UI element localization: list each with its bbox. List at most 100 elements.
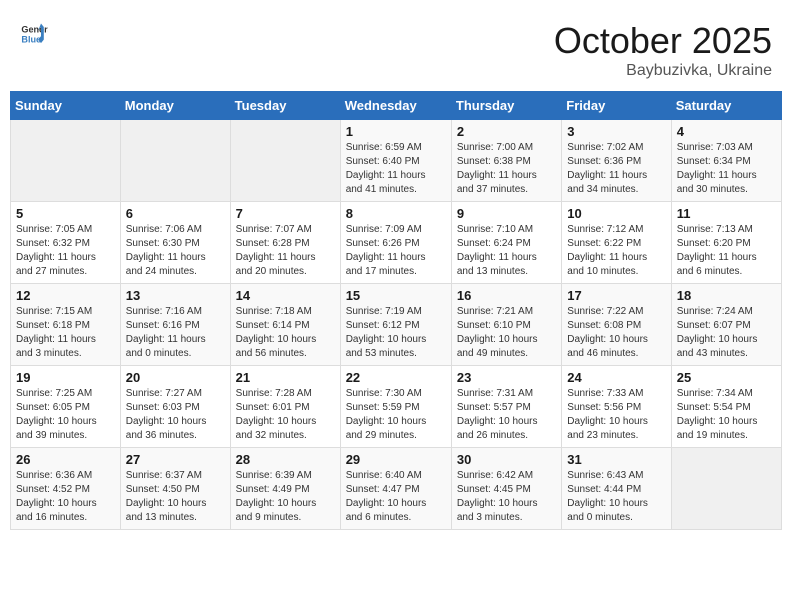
- week-row-3: 12Sunrise: 7:15 AM Sunset: 6:18 PM Dayli…: [11, 284, 782, 366]
- day-cell: 14 Sunrise: 7:18 AM Sunset: 6:14 PM Dayli…: [230, 284, 340, 366]
- day-number: 11: [677, 206, 776, 221]
- day-number: 15: [346, 288, 446, 303]
- day-cell: 29Sunrise: 6:40 AM Sunset: 4:47 PM Dayli…: [340, 448, 451, 530]
- weekday-header-saturday: Saturday: [671, 92, 781, 120]
- day-cell: 18Sunrise: 7:24 AM Sunset: 6:07 PM Dayli…: [671, 284, 781, 366]
- month-title: October 2025: [554, 20, 772, 62]
- day-cell: 9 Sunrise: 7:10 AM Sunset: 6:24 PM Daylig…: [451, 202, 561, 284]
- day-cell: 1Sunrise: 6:59 AM Sunset: 6:40 PM Daylig…: [340, 120, 451, 202]
- day-info: Sunrise: 7:07 AM Sunset: 6:28 PM Dayligh…: [236, 223, 335, 279]
- week-row-1: 1Sunrise: 6:59 AM Sunset: 6:40 PM Daylig…: [11, 120, 782, 202]
- day-number: 8: [346, 206, 446, 221]
- day-number: 7: [236, 206, 335, 221]
- day-cell: [11, 120, 121, 202]
- day-number: 22: [346, 370, 446, 385]
- title-block: October 2025 Baybuzivka, Ukraine: [554, 20, 772, 80]
- day-cell: 20 Sunrise: 7:27 AM Sunset: 6:03 PM Dayli…: [120, 366, 230, 448]
- day-number: 17: [567, 288, 665, 303]
- day-info: Sunrise: 7:30 AM Sunset: 5:59 PM Dayligh…: [346, 387, 446, 443]
- day-cell: 5 Sunrise: 7:05 AM Sunset: 6:32 PM Daylig…: [11, 202, 121, 284]
- day-cell: 19 Sunrise: 7:25 AM Sunset: 6:05 PM Dayli…: [11, 366, 121, 448]
- day-cell: 21 Sunrise: 7:28 AM Sunset: 6:01 PM Dayli…: [230, 366, 340, 448]
- day-info: Sunrise: 7:15 AM Sunset: 6:18 PM Dayligh…: [16, 305, 115, 361]
- day-info: Sunrise: 7:13 AM Sunset: 6:20 PM Dayligh…: [677, 223, 776, 279]
- day-info: Sunrise: 7:25 AM Sunset: 6:05 PM Dayligh…: [16, 387, 115, 443]
- weekday-header-wednesday: Wednesday: [340, 92, 451, 120]
- day-info: Sunrise: 7:27 AM Sunset: 6:03 PM Dayligh…: [126, 387, 225, 443]
- day-number: 3: [567, 124, 665, 139]
- week-row-4: 19 Sunrise: 7:25 AM Sunset: 6:05 PM Dayli…: [11, 366, 782, 448]
- day-number: 26: [16, 452, 115, 467]
- day-cell: 3 Sunrise: 7:02 AM Sunset: 6:36 PM Daylig…: [562, 120, 671, 202]
- calendar-table: SundayMondayTuesdayWednesdayThursdayFrid…: [10, 91, 782, 530]
- day-number: 31: [567, 452, 665, 467]
- day-cell: 28 Sunrise: 6:39 AM Sunset: 4:49 PM Dayli…: [230, 448, 340, 530]
- day-info: Sunrise: 7:09 AM Sunset: 6:26 PM Dayligh…: [346, 223, 446, 279]
- day-cell: 17 Sunrise: 7:22 AM Sunset: 6:08 PM Dayli…: [562, 284, 671, 366]
- day-cell: 12Sunrise: 7:15 AM Sunset: 6:18 PM Dayli…: [11, 284, 121, 366]
- day-cell: 7 Sunrise: 7:07 AM Sunset: 6:28 PM Daylig…: [230, 202, 340, 284]
- day-number: 27: [126, 452, 225, 467]
- day-cell: [230, 120, 340, 202]
- day-number: 9: [457, 206, 556, 221]
- day-cell: 15 Sunrise: 7:19 AM Sunset: 6:12 PM Dayli…: [340, 284, 451, 366]
- day-number: 30: [457, 452, 556, 467]
- day-number: 1: [346, 124, 446, 139]
- day-info: Sunrise: 7:02 AM Sunset: 6:36 PM Dayligh…: [567, 141, 665, 197]
- day-number: 13: [126, 288, 225, 303]
- day-number: 20: [126, 370, 225, 385]
- day-number: 6: [126, 206, 225, 221]
- weekday-header-sunday: Sunday: [11, 92, 121, 120]
- day-cell: 16Sunrise: 7:21 AM Sunset: 6:10 PM Dayli…: [451, 284, 561, 366]
- day-cell: 24 Sunrise: 7:33 AM Sunset: 5:56 PM Dayli…: [562, 366, 671, 448]
- day-number: 4: [677, 124, 776, 139]
- day-info: Sunrise: 7:10 AM Sunset: 6:24 PM Dayligh…: [457, 223, 556, 279]
- day-number: 18: [677, 288, 776, 303]
- day-info: Sunrise: 6:39 AM Sunset: 4:49 PM Dayligh…: [236, 469, 335, 525]
- day-number: 16: [457, 288, 556, 303]
- day-info: Sunrise: 7:22 AM Sunset: 6:08 PM Dayligh…: [567, 305, 665, 361]
- day-info: Sunrise: 7:19 AM Sunset: 6:12 PM Dayligh…: [346, 305, 446, 361]
- day-number: 28: [236, 452, 335, 467]
- day-cell: 8 Sunrise: 7:09 AM Sunset: 6:26 PM Daylig…: [340, 202, 451, 284]
- page-header: General Blue October 2025 Baybuzivka, Uk…: [10, 10, 782, 85]
- svg-text:General: General: [21, 25, 48, 35]
- day-cell: 11 Sunrise: 7:13 AM Sunset: 6:20 PM Dayli…: [671, 202, 781, 284]
- day-info: Sunrise: 6:43 AM Sunset: 4:44 PM Dayligh…: [567, 469, 665, 525]
- day-number: 25: [677, 370, 776, 385]
- weekday-header-row: SundayMondayTuesdayWednesdayThursdayFrid…: [11, 92, 782, 120]
- day-number: 5: [16, 206, 115, 221]
- location-title: Baybuzivka, Ukraine: [554, 62, 772, 80]
- day-number: 23: [457, 370, 556, 385]
- day-info: Sunrise: 7:28 AM Sunset: 6:01 PM Dayligh…: [236, 387, 335, 443]
- weekday-header-friday: Friday: [562, 92, 671, 120]
- day-info: Sunrise: 7:31 AM Sunset: 5:57 PM Dayligh…: [457, 387, 556, 443]
- svg-text:Blue: Blue: [21, 34, 41, 44]
- day-info: Sunrise: 7:33 AM Sunset: 5:56 PM Dayligh…: [567, 387, 665, 443]
- day-info: Sunrise: 7:03 AM Sunset: 6:34 PM Dayligh…: [677, 141, 776, 197]
- day-info: Sunrise: 6:37 AM Sunset: 4:50 PM Dayligh…: [126, 469, 225, 525]
- day-cell: 23 Sunrise: 7:31 AM Sunset: 5:57 PM Dayli…: [451, 366, 561, 448]
- weekday-header-monday: Monday: [120, 92, 230, 120]
- day-cell: [120, 120, 230, 202]
- day-cell: 30 Sunrise: 6:42 AM Sunset: 4:45 PM Dayli…: [451, 448, 561, 530]
- day-cell: 31 Sunrise: 6:43 AM Sunset: 4:44 PM Dayli…: [562, 448, 671, 530]
- day-info: Sunrise: 7:18 AM Sunset: 6:14 PM Dayligh…: [236, 305, 335, 361]
- day-number: 14: [236, 288, 335, 303]
- logo: General Blue: [20, 20, 48, 48]
- day-number: 24: [567, 370, 665, 385]
- day-info: Sunrise: 7:00 AM Sunset: 6:38 PM Dayligh…: [457, 141, 556, 197]
- day-cell: 6Sunrise: 7:06 AM Sunset: 6:30 PM Daylig…: [120, 202, 230, 284]
- day-number: 21: [236, 370, 335, 385]
- day-number: 29: [346, 452, 446, 467]
- day-info: Sunrise: 6:42 AM Sunset: 4:45 PM Dayligh…: [457, 469, 556, 525]
- day-info: Sunrise: 6:36 AM Sunset: 4:52 PM Dayligh…: [16, 469, 115, 525]
- day-cell: 27 Sunrise: 6:37 AM Sunset: 4:50 PM Dayli…: [120, 448, 230, 530]
- day-info: Sunrise: 7:34 AM Sunset: 5:54 PM Dayligh…: [677, 387, 776, 443]
- weekday-header-thursday: Thursday: [451, 92, 561, 120]
- day-cell: 2Sunrise: 7:00 AM Sunset: 6:38 PM Daylig…: [451, 120, 561, 202]
- day-cell: 25 Sunrise: 7:34 AM Sunset: 5:54 PM Dayli…: [671, 366, 781, 448]
- day-number: 19: [16, 370, 115, 385]
- weekday-header-tuesday: Tuesday: [230, 92, 340, 120]
- day-info: Sunrise: 7:05 AM Sunset: 6:32 PM Dayligh…: [16, 223, 115, 279]
